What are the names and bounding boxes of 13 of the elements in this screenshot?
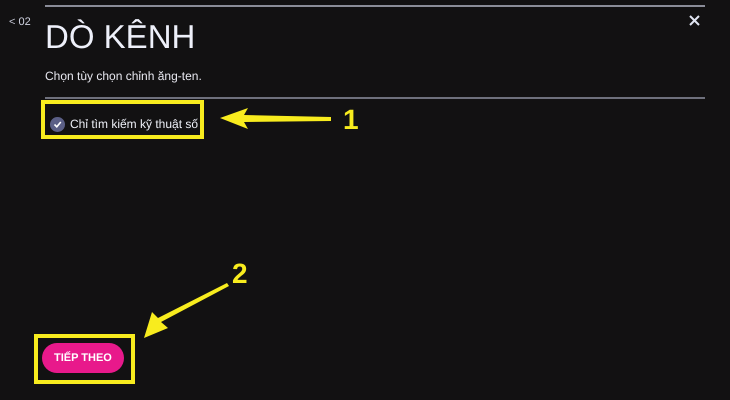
annotation-number: 2 — [232, 260, 248, 288]
option-label: Chỉ tìm kiếm kỹ thuật số — [70, 116, 198, 133]
subtitle: Chọn tùy chọn chỉnh ăng-ten. — [45, 68, 203, 85]
window-title: DÒ KÊNH — [45, 17, 196, 57]
back-link[interactable]: < 02 — [9, 16, 31, 28]
next-button[interactable]: TIẾP THEO — [42, 343, 124, 373]
close-icon — [689, 15, 700, 26]
annotation-number: 1 — [343, 106, 359, 134]
option-checkbox[interactable]: Chỉ tìm kiếm kỹ thuật số — [45, 112, 198, 136]
check-icon — [50, 116, 65, 132]
arrow-icon — [142, 282, 230, 340]
close-button[interactable] — [689, 15, 700, 26]
arrow-icon — [218, 106, 332, 130]
